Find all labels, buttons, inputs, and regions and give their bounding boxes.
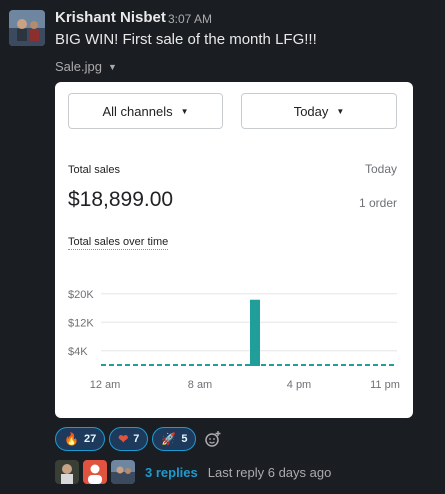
caret-down-icon: ▼ <box>180 106 189 116</box>
reply-avatar <box>111 460 135 484</box>
heart-icon: ❤ <box>118 432 129 446</box>
date-dropdown: Today ▼ <box>241 93 397 129</box>
total-sales-value: $18,899.00 <box>68 188 174 211</box>
x-tick-label: 4 pm <box>287 379 311 391</box>
avatar[interactable] <box>9 10 45 46</box>
order-count: 1 order <box>358 196 397 210</box>
period-label: Today <box>364 162 397 176</box>
chart-grid <box>101 293 397 352</box>
y-tick-label: $4K <box>68 346 88 358</box>
reply-avatar <box>83 460 107 484</box>
reply-avatar <box>55 460 79 484</box>
attached-image[interactable]: All channels ▼ Today ▼ Total sales Today… <box>55 82 413 418</box>
last-reply-text: Last reply 6 days ago <box>207 464 332 480</box>
chevron-down-icon[interactable]: ▼ <box>108 62 117 72</box>
x-tick-label: 12 am <box>90 379 121 391</box>
y-tick-label: $12K <box>68 317 94 329</box>
fire-icon: 🔥 <box>64 432 79 446</box>
add-reaction-icon <box>205 431 221 447</box>
y-tick-label: $20K <box>68 289 94 301</box>
x-tick-label: 8 am <box>188 379 212 391</box>
channels-dropdown-label: All channels <box>102 103 173 119</box>
avatar-image <box>9 10 45 46</box>
replies-link[interactable]: 3 replies <box>145 465 198 480</box>
date-dropdown-label: Today <box>293 103 329 119</box>
reaction-heart[interactable]: ❤ 7 <box>109 427 149 451</box>
reaction-count: 27 <box>83 433 97 445</box>
rocket-icon: 🚀 <box>161 432 177 446</box>
thread-summary[interactable]: 3 replies Last reply 6 days ago <box>55 460 331 484</box>
file-attachment-header[interactable]: Sale.jpg ▼ <box>55 59 117 74</box>
total-sales-label: Total sales <box>68 164 120 176</box>
author-name[interactable]: Krishant Nisbet <box>55 9 166 26</box>
channels-dropdown: All channels ▼ <box>68 93 223 129</box>
reaction-count: 5 <box>181 433 188 445</box>
reaction-fire[interactable]: 🔥 27 <box>55 427 106 451</box>
x-tick-label: 11 pm <box>370 379 400 391</box>
reaction-count: 7 <box>133 433 140 445</box>
reactions-bar: 🔥 27 ❤ 7 🚀 5 <box>55 427 226 451</box>
sales-chart: $20K $12K $4K 12 am 8 am 4 pm 11 pm <box>68 289 400 391</box>
sales-bar <box>250 299 260 366</box>
caret-down-icon: ▼ <box>336 106 345 116</box>
chart-title: Total sales over time <box>68 236 169 250</box>
message-text: BIG WIN! First sale of the month LFG!!! <box>55 31 317 48</box>
reaction-rocket[interactable]: 🚀 5 <box>152 427 197 451</box>
message-timestamp[interactable]: 3:07 AM <box>168 12 212 26</box>
add-reaction-button[interactable] <box>200 427 226 451</box>
file-name[interactable]: Sale.jpg <box>55 59 102 74</box>
